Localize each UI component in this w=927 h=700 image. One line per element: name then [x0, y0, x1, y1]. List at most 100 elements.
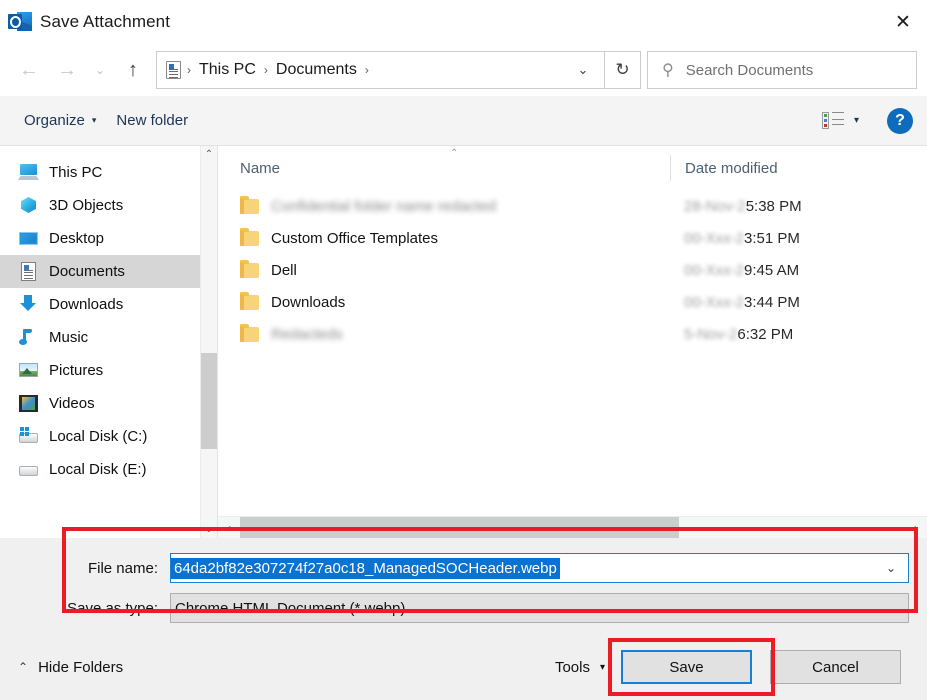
sidebar-item-pictures[interactable]: Pictures [0, 354, 200, 387]
file-name-value: 64da2bf82e307274f27a0c18_ManagedSOCHeade… [171, 557, 560, 579]
sidebar-item-label: Music [49, 329, 89, 346]
sidebar-item-desktop[interactable]: Desktop [0, 222, 200, 255]
file-date-label: 9:45 AM [744, 261, 800, 279]
scrollbar-track[interactable] [201, 163, 217, 521]
file-date-label: 3:51 PM [744, 229, 800, 247]
chevron-down-icon[interactable]: ⌄ [886, 601, 908, 615]
sidebar-item-downloads[interactable]: Downloads [0, 288, 200, 321]
breadcrumb[interactable]: › This PC › Documents › ⌄ [156, 51, 605, 89]
command-toolbar: Organize ▾ New folder ▾ ? [0, 96, 927, 146]
sidebar-item-label: This PC [49, 164, 103, 181]
help-button[interactable]: ? [887, 107, 913, 134]
sidebar-item-local-disk-e[interactable]: Local Disk (E:) [0, 453, 200, 486]
scrollbar-thumb[interactable] [240, 517, 679, 538]
file-date-prefix: 00-Xxx-2 [684, 261, 745, 279]
column-headers: ⌃ Name Date modified [218, 146, 927, 190]
pictures-icon [18, 360, 39, 381]
table-row[interactable]: Confidential folder name redacted 28-Nov… [218, 190, 927, 222]
chevron-down-icon[interactable]: ⌄ [566, 52, 600, 88]
address-bar: ← → ⌄ ↑ › This PC › Documents › ⌄ ↻ ⚲ Se… [0, 44, 927, 96]
file-rows: Confidential folder name redacted 28-Nov… [218, 190, 927, 516]
videos-icon [18, 393, 39, 414]
save-button[interactable]: Save [621, 650, 752, 684]
dialog-footer: File name: 64da2bf82e307274f27a0c18_Mana… [0, 538, 927, 700]
organize-label: Organize [24, 112, 85, 129]
chevron-down-icon[interactable]: ▾ [850, 115, 867, 126]
sidebar-item-music[interactable]: Music [0, 321, 200, 354]
file-date-prefix: 00-Xxx-2 [684, 229, 745, 247]
dialog-body: This PC 3D Objects Desktop Documents Dow… [0, 146, 927, 538]
horizontal-scrollbar[interactable]: ‹ › [218, 516, 927, 538]
title-bar: Save Attachment ✕ [0, 0, 927, 44]
file-date-cell: 00-Xxx-29:45 AM [670, 262, 927, 279]
close-icon[interactable]: ✕ [879, 0, 927, 44]
scrollbar-thumb[interactable] [201, 352, 217, 450]
file-date-label: 6:32 PM [737, 325, 794, 343]
new-folder-button[interactable]: New folder [106, 112, 198, 129]
sidebar-item-this-pc[interactable]: This PC [0, 156, 200, 189]
column-header-name[interactable]: Name [218, 160, 670, 177]
chevron-down-icon: ▾ [599, 661, 605, 673]
file-name-cell: Redacteds [218, 323, 670, 343]
file-date-cell: 00-Xxx-23:44 PM [670, 294, 927, 311]
sidebar-item-label: Downloads [49, 296, 124, 313]
cancel-button[interactable]: Cancel [770, 650, 901, 684]
breadcrumb-documents[interactable]: Documents [270, 61, 363, 79]
sidebar-item-3d-objects[interactable]: 3D Objects [0, 189, 200, 222]
sidebar-item-documents[interactable]: Documents [0, 255, 200, 288]
scrollbar-track[interactable] [240, 517, 905, 538]
sidebar-scrollbar[interactable]: ⌃ ⌄ [200, 146, 217, 538]
file-date-prefix: 00-Xxx-2 [684, 293, 745, 311]
file-name-label: Downloads [271, 293, 346, 311]
folder-icon [240, 227, 259, 246]
tools-button[interactable]: Tools ▾ [555, 659, 621, 676]
chevron-down-icon: ▾ [91, 115, 97, 125]
scroll-left-icon[interactable]: ‹ [218, 521, 240, 535]
file-date-cell: 5-Nov-26:32 PM [670, 326, 927, 343]
file-name-input[interactable]: 64da2bf82e307274f27a0c18_ManagedSOCHeade… [170, 553, 909, 583]
save-as-type-select[interactable]: Chrome HTML Document (*.webp) ⌄ [170, 593, 909, 623]
sidebar-item-label: Documents [49, 263, 125, 280]
file-name-label: Confidential folder name redacted [271, 197, 497, 215]
table-row[interactable]: Redacteds 5-Nov-26:32 PM [218, 318, 927, 350]
breadcrumb-this-pc[interactable]: This PC [193, 61, 262, 79]
back-button[interactable]: ← [10, 53, 48, 87]
save-as-type-value: Chrome HTML Document (*.webp) [175, 599, 406, 617]
sidebar-item-label: 3D Objects [49, 197, 124, 214]
table-row[interactable]: Dell 00-Xxx-29:45 AM [218, 254, 927, 286]
forward-button[interactable]: → [48, 53, 86, 87]
table-row[interactable]: Custom Office Templates 00-Xxx-23:51 PM [218, 222, 927, 254]
breadcrumb-separator: › [263, 63, 268, 77]
navigation-pane: This PC 3D Objects Desktop Documents Dow… [0, 146, 200, 538]
file-name-label: File name: [87, 559, 158, 577]
hide-folders-button[interactable]: ⌃ Hide Folders [18, 659, 123, 676]
scroll-up-icon[interactable]: ⌃ [201, 146, 217, 163]
file-date-cell: 00-Xxx-23:51 PM [670, 230, 927, 247]
search-input[interactable]: ⚲ Search Documents [647, 51, 917, 89]
organize-button[interactable]: Organize ▾ [14, 112, 106, 129]
window-title: Save Attachment [40, 12, 171, 31]
scroll-right-icon[interactable]: › [905, 521, 927, 535]
up-button[interactable]: ↑ [114, 53, 152, 87]
chevron-down-icon[interactable]: ⌄ [886, 561, 908, 575]
sidebar-item-label: Desktop [49, 230, 105, 247]
file-name-cell: Dell [218, 259, 670, 279]
computer-icon [18, 162, 39, 183]
list-view-icon[interactable] [821, 112, 844, 129]
file-date-prefix: 5-Nov-2 [684, 325, 738, 343]
file-name-label: Custom Office Templates [271, 229, 439, 247]
folder-icon [240, 323, 259, 342]
sidebar-item-videos[interactable]: Videos [0, 387, 200, 420]
sidebar-item-local-disk-c[interactable]: Local Disk (C:) [0, 420, 200, 453]
column-header-date-modified[interactable]: Date modified [670, 155, 927, 181]
dialog-button-row: ⌃ Hide Folders Tools ▾ Save Cancel [0, 634, 927, 700]
refresh-icon[interactable]: ↻ [605, 51, 641, 89]
recent-locations-button[interactable]: ⌄ [86, 53, 114, 87]
sidebar-item-label: Local Disk (E:) [49, 461, 147, 478]
scroll-down-icon[interactable]: ⌄ [201, 521, 217, 538]
breadcrumb-separator: › [187, 63, 191, 77]
table-row[interactable]: Downloads 00-Xxx-23:44 PM [218, 286, 927, 318]
toolbar-right-group: ▾ ? [821, 107, 913, 134]
hide-folders-label: Hide Folders [38, 658, 124, 676]
folder-icon [240, 291, 259, 310]
